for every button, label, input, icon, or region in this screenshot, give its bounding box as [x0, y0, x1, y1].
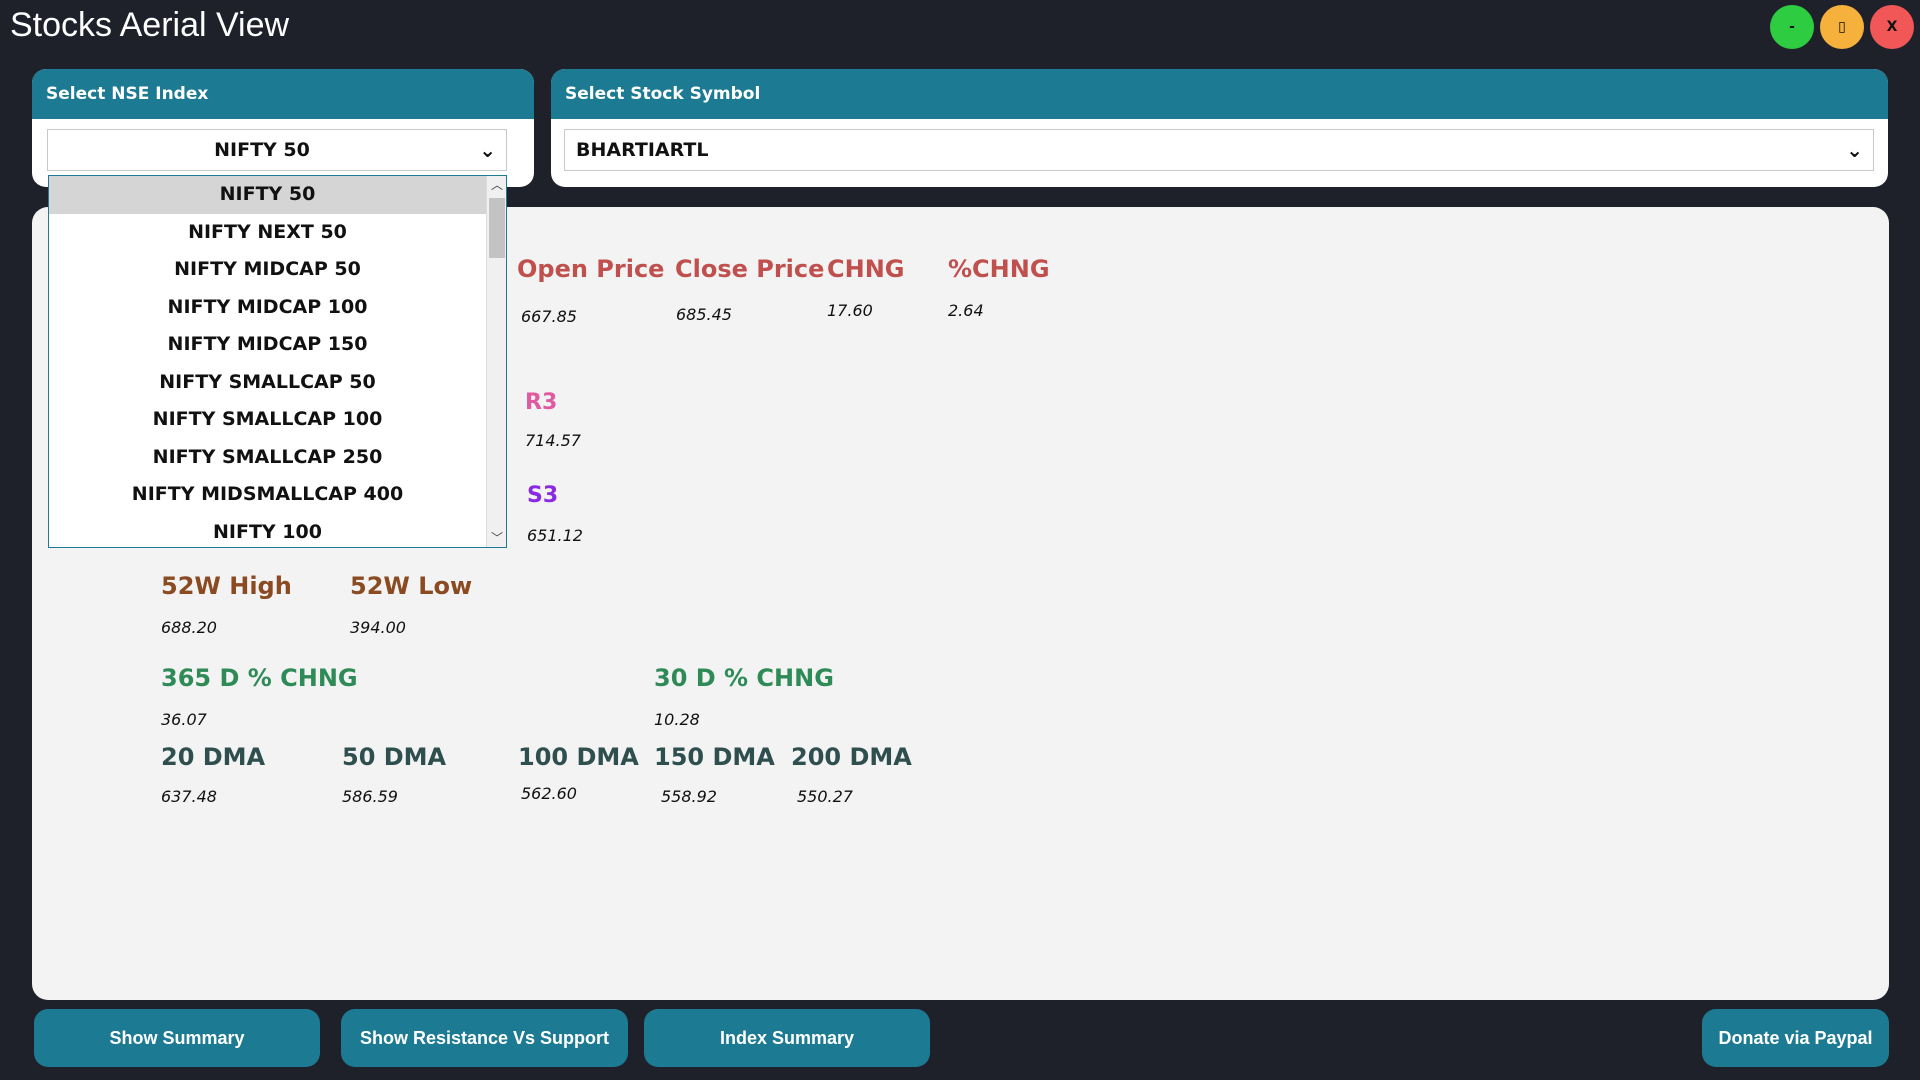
show-summary-button[interactable]: Show Summary: [34, 1009, 320, 1067]
index-select-value: NIFTY 50: [214, 139, 310, 161]
s3-value: 651.12: [527, 526, 583, 545]
chevron-down-icon: ⌄: [1846, 138, 1863, 162]
index-selector-panel: Select NSE Index NIFTY 50 ⌄: [32, 69, 534, 187]
r3-value: 714.57: [525, 431, 581, 450]
dropdown-option[interactable]: NIFTY SMALLCAP 100: [49, 401, 486, 439]
dropdown-option[interactable]: NIFTY MIDCAP 100: [49, 289, 486, 327]
dma-100-label: 100 DMA: [518, 743, 639, 771]
chng-365d-label: 365 D % CHNG: [161, 664, 358, 692]
pchng-value: 2.64: [948, 301, 984, 320]
index-summary-button[interactable]: Index Summary: [644, 1009, 930, 1067]
dma-20-value: 637.48: [161, 787, 217, 806]
close-icon: X: [1886, 19, 1898, 35]
chng-value: 17.60: [827, 301, 873, 320]
index-selector-header: Select NSE Index: [32, 69, 534, 119]
low-52w-value: 394.00: [350, 618, 406, 637]
chng-30d-label: 30 D % CHNG: [654, 664, 834, 692]
dma-150-value: 558.92: [661, 787, 717, 806]
close-button[interactable]: X: [1870, 5, 1914, 49]
dropdown-option[interactable]: NIFTY SMALLCAP 250: [49, 439, 486, 477]
s3-label: S3: [527, 483, 559, 508]
dropdown-option[interactable]: NIFTY 100: [49, 514, 486, 552]
dma-200-label: 200 DMA: [791, 743, 912, 771]
symbol-selector-header: Select Stock Symbol: [551, 69, 1888, 119]
dma-20-label: 20 DMA: [161, 743, 266, 771]
dropdown-option[interactable]: NIFTY SMALLCAP 50: [49, 364, 486, 402]
high-52w-value: 688.20: [161, 618, 217, 637]
symbol-selector-panel: Select Stock Symbol BHARTIARTL ⌄: [551, 69, 1888, 187]
symbol-select-value: BHARTIARTL: [576, 139, 709, 161]
symbol-select[interactable]: BHARTIARTL ⌄: [564, 129, 1874, 171]
dma-150-label: 150 DMA: [654, 743, 775, 771]
high-52w-label: 52W High: [161, 572, 292, 600]
app-title: Stocks Aerial View: [10, 6, 290, 44]
dma-200-value: 550.27: [797, 787, 853, 806]
dropdown-option[interactable]: NIFTY 50: [49, 176, 486, 214]
close-price-value: 685.45: [676, 305, 732, 324]
r3-label: R3: [525, 390, 558, 415]
dma-50-value: 586.59: [342, 787, 398, 806]
minimize-button[interactable]: -: [1770, 5, 1814, 49]
dma-100-value: 562.60: [521, 784, 577, 803]
dropdown-option[interactable]: NIFTY MIDCAP 50: [49, 251, 486, 289]
chng-365d-value: 36.07: [161, 710, 207, 729]
index-select[interactable]: NIFTY 50 ⌄: [47, 129, 507, 171]
index-dropdown-list[interactable]: NIFTY 50 NIFTY NEXT 50 NIFTY MIDCAP 50 N…: [48, 175, 507, 548]
dma-50-label: 50 DMA: [342, 743, 447, 771]
open-price-value: 667.85: [521, 307, 577, 326]
close-price-label: Close Price: [675, 255, 825, 283]
scroll-up-icon[interactable]: ︿: [487, 176, 507, 194]
low-52w-label: 52W Low: [350, 572, 473, 600]
maximize-button[interactable]: ▯: [1820, 5, 1864, 49]
pchng-label: %CHNG: [948, 255, 1050, 283]
show-resistance-support-button[interactable]: Show Resistance Vs Support: [341, 1009, 628, 1067]
chevron-down-icon: ⌄: [479, 138, 496, 162]
chng-label: CHNG: [827, 255, 905, 283]
open-price-label: Open Price: [517, 255, 665, 283]
maximize-icon: ▯: [1838, 19, 1846, 35]
dropdown-option[interactable]: NIFTY MIDSMALLCAP 400: [49, 476, 486, 514]
scroll-down-icon[interactable]: ﹀: [487, 529, 507, 547]
minimize-icon: -: [1789, 19, 1795, 35]
dropdown-scrollbar[interactable]: ︿ ﹀: [486, 176, 506, 547]
dropdown-option[interactable]: NIFTY NEXT 50: [49, 214, 486, 252]
donate-paypal-button[interactable]: Donate via Paypal: [1702, 1009, 1889, 1067]
chng-30d-value: 10.28: [654, 710, 700, 729]
scrollbar-thumb[interactable]: [489, 198, 505, 258]
dropdown-option[interactable]: NIFTY MIDCAP 150: [49, 326, 486, 364]
